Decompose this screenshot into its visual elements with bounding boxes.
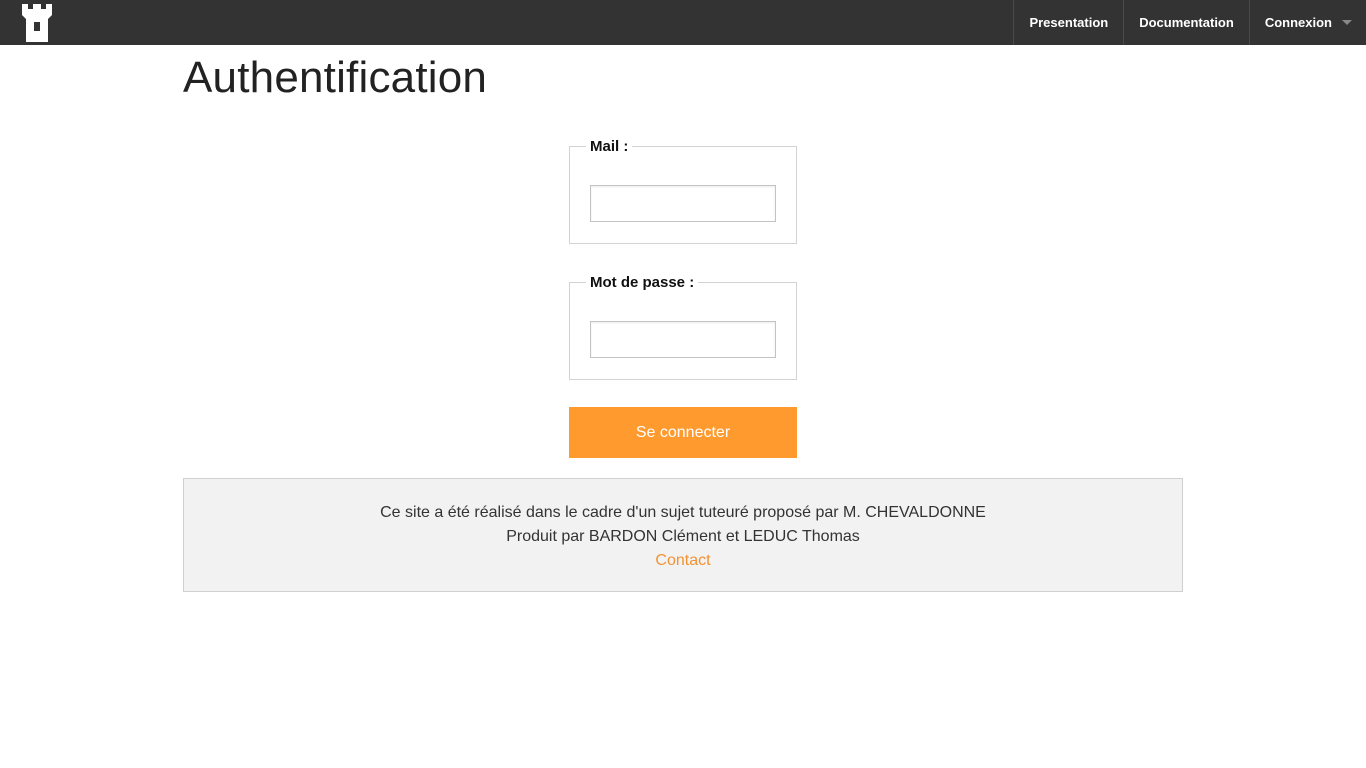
page-title: Authentification xyxy=(183,53,488,102)
password-input[interactable] xyxy=(590,321,776,358)
nav-item-label: Connexion xyxy=(1264,15,1332,30)
mail-input[interactable] xyxy=(590,185,776,222)
password-label: Mot de passe : xyxy=(590,274,695,291)
nav-item-label: Presentation xyxy=(1029,15,1109,30)
password-fieldset: Mot de passe : xyxy=(569,274,797,380)
nav-item-label: Documentation xyxy=(1139,15,1234,30)
mail-fieldset: Mail : xyxy=(569,138,797,244)
main-nav: Presentation Documentation Connexion xyxy=(1013,0,1366,45)
footer: Ce site a été réalisé dans le cadre d'un… xyxy=(183,478,1183,592)
nav-item-connexion[interactable]: Connexion xyxy=(1248,0,1366,45)
chevron-down-icon xyxy=(1342,20,1352,25)
footer-authors-line: Produit par BARDON Clément et LEDUC Thom… xyxy=(506,528,860,545)
castle-tower-icon[interactable] xyxy=(20,4,54,42)
contact-link[interactable]: Contact xyxy=(655,552,710,569)
footer-credit-line: Ce site a été réalisé dans le cadre d'un… xyxy=(380,504,986,521)
nav-item-presentation[interactable]: Presentation xyxy=(1013,0,1123,45)
mail-label: Mail : xyxy=(590,138,629,155)
nav-item-documentation[interactable]: Documentation xyxy=(1123,0,1249,45)
top-navbar: Presentation Documentation Connexion xyxy=(0,0,1366,45)
login-button[interactable]: Se connecter xyxy=(569,407,797,458)
